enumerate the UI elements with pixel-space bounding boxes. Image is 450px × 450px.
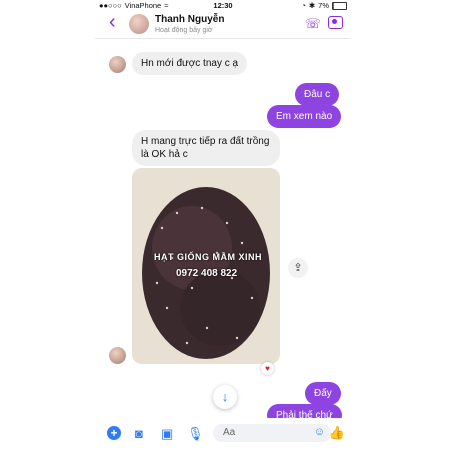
arrow-down-icon[interactable]: ↓: [213, 385, 237, 409]
chat-header: ‹ Thanh Nguyễn Hoạt động bây giờ ☏: [95, 10, 351, 39]
battery-label: 7%: [318, 1, 329, 10]
message-incoming[interactable]: Hn mới được tnay c ạ: [132, 52, 248, 75]
avatar[interactable]: [109, 347, 126, 364]
bluetooth-icon: ✱: [308, 1, 316, 10]
message-outgoing[interactable]: Đâu c: [295, 83, 340, 106]
message-outgoing[interactable]: Em xem nào: [267, 105, 342, 128]
thumbs-up-icon[interactable]: 👍: [329, 425, 345, 441]
battery-info: ◔ ✱ 7%: [301, 1, 347, 10]
plus-icon[interactable]: +: [107, 426, 121, 440]
message-input[interactable]: Aa ☺: [213, 424, 331, 442]
camera-icon[interactable]: ◙: [135, 426, 143, 441]
contact-status: Hoạt động bây giờ: [155, 27, 213, 34]
message-outgoing[interactable]: Đấy: [305, 382, 341, 405]
share-icon[interactable]: ⇪: [288, 258, 308, 278]
message-incoming[interactable]: H mang trực tiếp ra đất trồng là OK hả c: [132, 130, 280, 166]
message-composer: + ◙ ▣ 🎙 Aa ☺ 👍: [95, 418, 351, 450]
phone-icon[interactable]: ☏: [305, 16, 321, 32]
contact-name[interactable]: Thanh Nguyễn: [155, 14, 224, 25]
emoji-icon[interactable]: ☺: [314, 426, 325, 438]
battery-icon: [332, 1, 347, 10]
chevron-left-icon[interactable]: ‹: [109, 12, 116, 32]
microphone-icon[interactable]: 🎙: [187, 426, 204, 442]
messenger-screen: ●●○○○ VinaPhone ≈ 12:30 ◔ ✱ 7% ‹ Thanh N…: [95, 0, 351, 450]
image-icon[interactable]: ▣: [161, 426, 173, 442]
message-placeholder: Aa: [223, 427, 236, 438]
photo-overlay-phone: 0972 408 822: [176, 268, 238, 279]
avatar[interactable]: [129, 14, 149, 34]
alarm-icon: ◔: [301, 1, 306, 10]
heart-icon[interactable]: ♥: [261, 362, 274, 375]
photo-overlay-title: HẠT GIỐNG MẦM XINH: [154, 252, 262, 262]
avatar[interactable]: [109, 56, 126, 73]
video-camera-icon[interactable]: [328, 16, 343, 29]
message-photo[interactable]: HẠT GIỐNG MẦM XINH 0972 408 822: [132, 168, 280, 364]
seeds-image: [132, 168, 280, 364]
